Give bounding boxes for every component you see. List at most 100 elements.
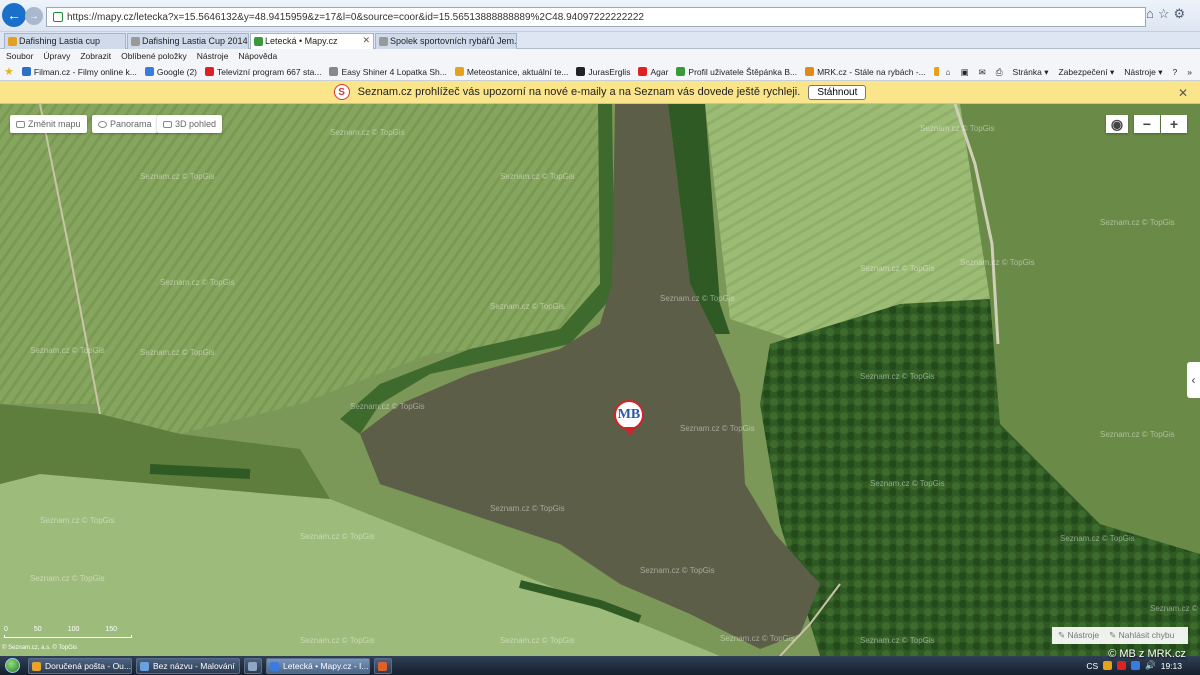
close-icon[interactable]: ✕: [1178, 86, 1188, 100]
menu-help[interactable]: Nápověda: [238, 51, 277, 61]
aerial-map[interactable]: Změnit mapu Panorama 3D pohled ◉ − + ‹ S…: [0, 104, 1200, 656]
report-error-button[interactable]: ✎ Nahlásit chybu: [1109, 630, 1174, 641]
print-icon[interactable]: ⎙: [996, 67, 1003, 78]
url-text: https://mapy.cz/letecka?x=15.5646132&y=4…: [67, 11, 644, 23]
rss-icon[interactable]: ▣: [961, 67, 969, 78]
tools-menu[interactable]: Nástroje ▾: [1124, 67, 1162, 78]
tray-app-icon[interactable]: [1117, 661, 1127, 670]
url-input[interactable]: https://mapy.cz/letecka?x=15.5646132&y=4…: [46, 7, 1146, 27]
scale-label: 150: [105, 626, 118, 633]
target-icon: ◉: [1110, 115, 1124, 132]
panorama-button[interactable]: Panorama: [92, 115, 158, 133]
page-menu[interactable]: Stránka ▾: [1013, 67, 1049, 78]
scale-label: 100: [67, 626, 80, 633]
home-icon[interactable]: ⌂: [1146, 6, 1154, 22]
taskbar-item[interactable]: Doručená pošta - Ou...: [28, 657, 132, 674]
home-icon[interactable]: ⌂: [945, 67, 950, 77]
volume-icon[interactable]: 🔊: [1145, 660, 1156, 671]
favorite-link[interactable]: JurasErglis: [576, 67, 630, 77]
view-3d-button[interactable]: 3D pohled: [157, 115, 223, 133]
menu-tools[interactable]: Nástroje: [197, 51, 229, 61]
favorite-label: Meteostanice, aktuální te...: [466, 66, 569, 77]
favorite-icon: [454, 67, 464, 76]
favorite-icon: [638, 67, 648, 76]
address-bar-row: ← → https://mapy.cz/letecka?x=15.5646132…: [0, 0, 1200, 32]
start-button[interactable]: [0, 656, 24, 675]
map-scale: 0 50 100 150: [4, 626, 132, 638]
favorite-link[interactable]: Agar: [638, 67, 668, 77]
imagery-watermark: Seznam.cz © TopGis: [300, 532, 375, 541]
expand-panel-handle[interactable]: ‹: [1187, 362, 1200, 398]
imagery-watermark: Seznam.cz © TopGis: [860, 264, 935, 273]
locate-me-button[interactable]: ◉: [1106, 115, 1128, 133]
favorite-label: Profil uživatele Štěpánka B...: [688, 66, 798, 77]
imagery-watermark: Seznam.cz © TopGis: [860, 636, 935, 645]
favorite-label: Google (2): [156, 66, 198, 77]
help-icon[interactable]: ?: [1173, 67, 1178, 77]
download-button[interactable]: Stáhnout: [808, 84, 867, 100]
close-tab-icon[interactable]: ✕: [362, 35, 370, 46]
taskbar-item[interactable]: [244, 657, 262, 674]
favorite-link[interactable]: MRK.cz - Stále na rybách -...: [805, 67, 926, 77]
imagery-watermark: Seznam.cz © TopGis: [300, 636, 375, 645]
taskbar-app-icon: [32, 661, 41, 671]
taskbar-item[interactable]: [374, 657, 392, 674]
menu-favorites[interactable]: Oblíbené položky: [121, 51, 187, 61]
taskbar-item[interactable]: Letecká • Mapy.cz - I...: [266, 657, 370, 674]
tab-favicon-icon: [254, 37, 263, 46]
more-icon[interactable]: »: [1187, 67, 1192, 77]
tray-app-icon[interactable]: [1103, 661, 1113, 670]
imagery-watermark: Seznam.cz © TopGis: [920, 124, 995, 133]
favorite-link[interactable]: Televizní program 667 sta...: [205, 67, 321, 77]
taskbar-app-icon: [140, 661, 149, 671]
tab-favicon-icon: [8, 37, 17, 46]
mail-icon[interactable]: ✉: [979, 67, 986, 78]
favorite-icon: [144, 67, 154, 76]
pin-tip: [624, 427, 636, 436]
back-arrow-icon[interactable]: ←: [2, 3, 26, 27]
menu-edit[interactable]: Úpravy: [43, 51, 70, 61]
security-menu[interactable]: Zabezpečení ▾: [1058, 67, 1114, 78]
map-tools-panel: ✎ Nástroje ✎ Nahlásit chybu: [1052, 627, 1188, 644]
imagery-watermark: Seznam.cz © TopGis: [40, 516, 115, 525]
location-pin[interactable]: MB: [614, 400, 646, 440]
tab-spolek[interactable]: Spolek sportovních rybářů Jem...: [375, 33, 517, 49]
tray-app-icon[interactable]: [1131, 661, 1141, 670]
notification-bar: S Seznam.cz prohlížeč vás upozorní na no…: [0, 81, 1200, 104]
zoom-out-button[interactable]: −: [1134, 115, 1160, 133]
favorite-link[interactable]: Google (2): [144, 66, 198, 77]
clock[interactable]: 19:13: [1161, 661, 1182, 671]
favorite-link[interactable]: Meteostanice, aktuální te...: [454, 66, 569, 77]
favorite-label: JurasErglis: [588, 66, 631, 77]
tab-mapy-active[interactable]: Letecká • Mapy.cz ✕: [250, 33, 374, 50]
taskbar-item[interactable]: Bez názvu - Malování: [136, 657, 240, 674]
scale-label: 50: [33, 626, 42, 633]
menu-file[interactable]: Soubor: [6, 51, 33, 61]
tab-dafishing[interactable]: Dafishing Lastia cup: [4, 33, 126, 49]
imagery-watermark: Seznam.cz © TopGis: [490, 504, 565, 513]
imagery-watermark: Seznam.cz © TopGis: [140, 172, 215, 181]
settings-gear-icon[interactable]: ⚙: [1174, 6, 1186, 22]
tools-button[interactable]: ✎ Nástroje: [1058, 630, 1099, 641]
favorites-star-icon[interactable]: ☆: [1158, 6, 1170, 22]
imagery-watermark: Seznam.cz © TopGis: [500, 172, 575, 181]
favorites-bar: ★ Filman.cz - Filmy online k... Google (2…: [0, 63, 1200, 81]
imagery-watermark: Seznam.cz © TopGis: [720, 634, 795, 643]
favorite-link[interactable]: Profil uživatele Štěpánka B...: [676, 67, 797, 77]
tab-dafishing-2014[interactable]: Dafishing Lastia Cup 2014: [127, 33, 249, 49]
favorite-link[interactable]: Easy Shiner 4 Lopatka Sh...: [329, 67, 447, 77]
zoom-in-button[interactable]: +: [1161, 115, 1187, 133]
windows-taskbar: Doručená pošta - Ou... Bez názvu - Malová…: [0, 656, 1200, 675]
menu-view[interactable]: Zobrazit: [80, 51, 111, 61]
favorite-link[interactable]: Filman.cz - Filmy online k...: [21, 67, 137, 77]
imagery-watermark: Seznam.cz © TopGis: [660, 294, 735, 303]
favorite-label: Televizní program 667 sta...: [217, 66, 322, 77]
change-map-button[interactable]: Změnit mapu: [10, 115, 87, 133]
favorites-star-icon[interactable]: ★: [4, 65, 14, 78]
imagery-watermark: Seznam.cz © TopGis: [960, 258, 1035, 267]
scale-label: 0: [4, 626, 8, 633]
tab-favicon-icon: [131, 37, 140, 46]
forward-arrow-icon[interactable]: →: [25, 7, 43, 25]
language-indicator[interactable]: CS: [1086, 661, 1098, 671]
menu-bar: Soubor Úpravy Zobrazit Oblíbené položky …: [0, 49, 1200, 63]
